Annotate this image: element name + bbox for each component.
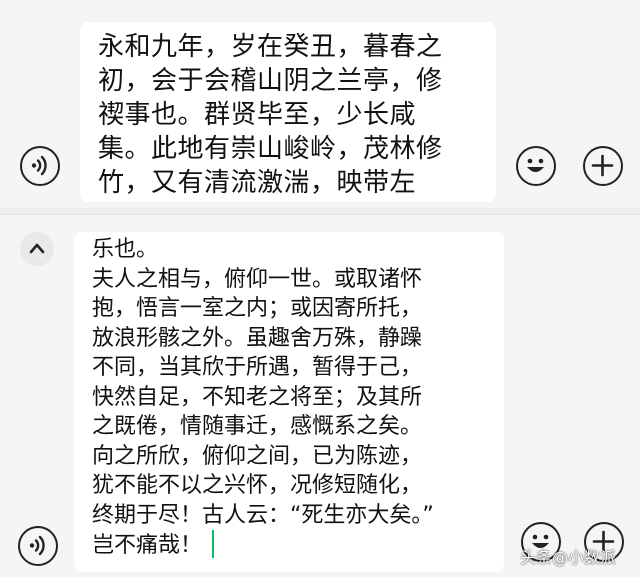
bottom-message-input[interactable]: 乐也。 夫人之相与，俯仰一世。或取诸怀 抱，悟言一室之内；或因寄所托， 放浪形骸…: [74, 232, 504, 572]
emoji-icon: [527, 158, 544, 172]
text-line: 犹不能不以之兴怀，况修短随化，: [92, 473, 423, 498]
watermark: 头条@小数派: [520, 548, 617, 567]
text-line: 夫人之相与，俯仰一世。或取诸怀: [92, 266, 423, 292]
text-line: 初，会于会稽山阴之兰亭，修: [98, 66, 443, 96]
text-line: 乐也。: [92, 237, 159, 262]
text-line: 放浪形骸之外。虽趣舍万殊，静躁: [92, 325, 423, 351]
text-line: 不同，当其欣于所遇，暂得于己，: [92, 355, 423, 380]
collapse-button[interactable]: [20, 232, 54, 266]
text-line: 快然自足，不知老之将至；及其所: [92, 384, 423, 410]
voice-icon: [31, 155, 47, 176]
text-line: 永和九年，岁在癸丑，暮春之: [98, 32, 443, 62]
text-line: 之既倦，情随事迁，感慨系之矣。: [92, 414, 423, 439]
text-line: 集。此地有崇山峻岭，茂林修: [98, 134, 443, 164]
voice-button-top[interactable]: [20, 146, 60, 186]
top-message-input[interactable]: 永和九年，岁在癸丑，暮春之 初，会于会稽山阴之兰亭，修 禊事也。群贤毕至，少长咸…: [80, 22, 496, 202]
text-line: 竹，又有清流激湍，映带左: [98, 168, 417, 198]
text-line-content: 岂不痛哉！: [92, 533, 203, 558]
voice-icon: [29, 535, 45, 556]
text-line: 禊事也。群贤毕至，少长咸: [98, 100, 417, 130]
text-cursor: [212, 530, 215, 558]
text-line: 终期于尽！古人云：“死生亦大矣。”: [92, 502, 434, 528]
emoji-button-top[interactable]: [516, 146, 556, 186]
voice-button-bottom[interactable]: [18, 526, 58, 566]
text-line: 向之所欣，俯仰之间，已为陈迹，: [92, 443, 423, 469]
plus-icon: [591, 154, 614, 177]
plus-button-top[interactable]: [583, 146, 623, 186]
text-line: 抱，悟言一室之内；或因寄所托，: [92, 296, 423, 321]
text-line-last: 岂不痛哉！: [92, 530, 504, 561]
chevron-up-icon: [29, 243, 45, 254]
